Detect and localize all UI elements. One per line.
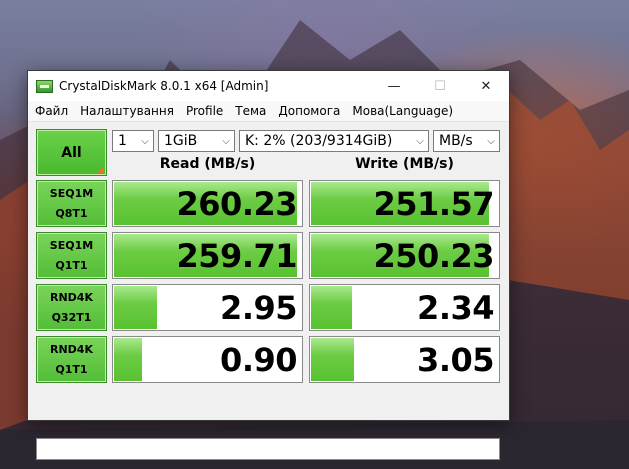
test-label-line1: SEQ1M bbox=[49, 238, 94, 252]
test-label-line2: Q1T1 bbox=[55, 362, 88, 376]
read-value: 259.71 bbox=[176, 236, 298, 275]
test-button-rnd4k-q1t1[interactable]: RND4K Q1T1 bbox=[36, 336, 107, 383]
write-value: 2.34 bbox=[417, 288, 494, 327]
test-count-select[interactable]: 1 ⌵ bbox=[112, 130, 154, 152]
test-button-seq1m-q1t1[interactable]: SEQ1M Q1T1 bbox=[36, 232, 107, 279]
chevron-down-icon: ⌵ bbox=[416, 135, 424, 147]
test-count-value: 1 bbox=[118, 133, 127, 149]
test-label-line1: SEQ1M bbox=[49, 186, 94, 200]
title-bar[interactable]: CrystalDiskMark 8.0.1 x64 [Admin] — ☐ ✕ bbox=[28, 71, 509, 101]
chevron-down-icon: ⌵ bbox=[141, 135, 149, 147]
test-size-value: 1GiB bbox=[164, 133, 198, 149]
write-result-rnd4k-q32t1: 2.34 bbox=[309, 284, 500, 331]
read-value: 2.95 bbox=[220, 288, 297, 327]
read-bar bbox=[114, 286, 158, 329]
read-value: 260.23 bbox=[176, 184, 298, 223]
menu-theme[interactable]: Тема bbox=[230, 104, 271, 118]
crystaldiskmark-window: CrystalDiskMark 8.0.1 x64 [Admin] — ☐ ✕ … bbox=[27, 70, 510, 460]
maximize-button[interactable]: ☐ bbox=[417, 71, 463, 101]
run-all-label: All bbox=[61, 144, 82, 161]
unit-value: MB/s bbox=[439, 133, 473, 149]
test-button-seq1m-q8t1[interactable]: SEQ1M Q8T1 bbox=[36, 180, 107, 227]
test-button-rnd4k-q32t1[interactable]: RND4K Q32T1 bbox=[36, 284, 107, 331]
menu-help[interactable]: Допомога bbox=[273, 104, 345, 118]
test-label-line1: RND4K bbox=[50, 290, 93, 304]
chevron-down-icon: ⌵ bbox=[487, 135, 495, 147]
disk-icon bbox=[36, 78, 53, 95]
read-result-rnd4k-q32t1: 2.95 bbox=[112, 284, 303, 331]
write-header: Write (MB/s) bbox=[355, 156, 454, 172]
minimize-button[interactable]: — bbox=[371, 71, 417, 101]
write-value: 250.23 bbox=[373, 236, 495, 275]
test-label-line2: Q8T1 bbox=[55, 206, 88, 220]
menu-profile[interactable]: Profile bbox=[181, 104, 228, 118]
corner-marker-icon bbox=[97, 166, 104, 173]
comment-field[interactable] bbox=[36, 438, 500, 460]
read-result-rnd4k-q1t1: 0.90 bbox=[112, 336, 303, 383]
drive-value: K: 2% (203/9314GiB) bbox=[245, 133, 393, 149]
write-result-seq1m-q8t1: 251.57 bbox=[309, 180, 500, 227]
write-result-seq1m-q1t1: 250.23 bbox=[309, 232, 500, 279]
test-label-line1: RND4K bbox=[50, 342, 93, 356]
write-value: 3.05 bbox=[417, 340, 494, 379]
write-bar bbox=[311, 338, 355, 381]
close-button[interactable]: ✕ bbox=[463, 71, 509, 101]
read-header: Read (MB/s) bbox=[159, 156, 256, 172]
read-value: 0.90 bbox=[220, 340, 297, 379]
test-label-line2: Q32T1 bbox=[51, 310, 92, 324]
menu-settings[interactable]: Налаштування bbox=[75, 104, 179, 118]
test-label-line2: Q1T1 bbox=[55, 258, 88, 272]
run-all-button[interactable]: All bbox=[36, 129, 107, 176]
drive-select[interactable]: K: 2% (203/9314GiB) ⌵ bbox=[239, 130, 429, 152]
read-bar bbox=[114, 338, 143, 381]
read-result-seq1m-q1t1: 259.71 bbox=[112, 232, 303, 279]
read-result-seq1m-q8t1: 260.23 bbox=[112, 180, 303, 227]
menu-language[interactable]: Мова(Language) bbox=[347, 104, 458, 118]
write-result-rnd4k-q1t1: 3.05 bbox=[309, 336, 500, 383]
menu-file[interactable]: Файл bbox=[30, 104, 73, 118]
write-bar bbox=[311, 286, 353, 329]
unit-select[interactable]: MB/s ⌵ bbox=[433, 130, 500, 152]
chevron-down-icon: ⌵ bbox=[222, 135, 230, 147]
write-value: 251.57 bbox=[373, 184, 495, 223]
window-title: CrystalDiskMark 8.0.1 x64 [Admin] bbox=[59, 79, 269, 93]
test-size-select[interactable]: 1GiB ⌵ bbox=[158, 130, 235, 152]
menu-bar: Файл Налаштування Profile Тема Допомога … bbox=[28, 101, 509, 122]
